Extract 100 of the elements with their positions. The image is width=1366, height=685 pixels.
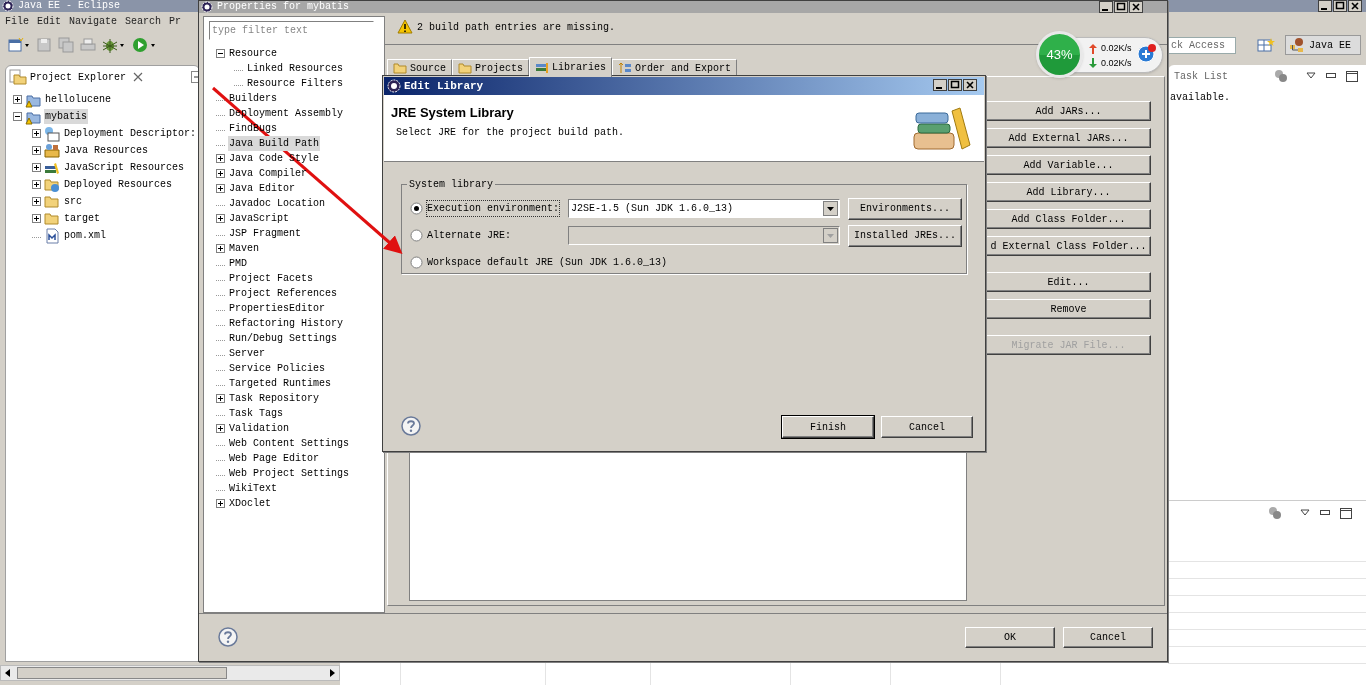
button[interactable]: Finish bbox=[782, 416, 874, 438]
tree-item[interactable]: XDoclet bbox=[228, 496, 272, 511]
radio-button[interactable]: Workspace default JRE (Sun JDK 1.6.0_13) bbox=[410, 255, 668, 270]
sync-icon[interactable] bbox=[1268, 506, 1282, 520]
tree-item[interactable]: PMD bbox=[228, 256, 248, 271]
tree-item[interactable]: Project Facets bbox=[228, 271, 314, 286]
scrollbar-thumb[interactable] bbox=[17, 667, 227, 679]
menu-item[interactable]: Edit bbox=[37, 13, 62, 29]
expand-icon[interactable] bbox=[32, 146, 41, 155]
tree-item[interactable]: JSP Fragment bbox=[228, 226, 302, 241]
horizontal-scrollbar[interactable] bbox=[0, 665, 340, 681]
tree-item[interactable]: Builders bbox=[228, 91, 278, 106]
tree-item[interactable]: src bbox=[63, 194, 83, 209]
view-menu-icon[interactable] bbox=[1300, 509, 1310, 517]
button[interactable]: Add JARs... bbox=[986, 101, 1151, 121]
tree-item[interactable]: Web Page Editor bbox=[228, 451, 320, 466]
expand-icon[interactable] bbox=[216, 394, 225, 403]
filter-field[interactable]: type filter text bbox=[209, 21, 374, 40]
tree-item[interactable]: pom.xml bbox=[63, 228, 107, 243]
tree-item[interactable]: Targeted Runtimes bbox=[228, 376, 333, 391]
minimize-icon[interactable] bbox=[1318, 0, 1332, 12]
new-icon[interactable] bbox=[8, 37, 30, 53]
tree-item[interactable]: Java Compiler bbox=[228, 166, 308, 181]
tree-item[interactable]: Web Content Settings bbox=[228, 436, 351, 451]
radio-icon[interactable] bbox=[410, 256, 423, 269]
debug-icon[interactable] bbox=[102, 37, 126, 53]
button[interactable]: Cancel bbox=[1063, 627, 1153, 648]
collapse-icon[interactable] bbox=[216, 49, 225, 58]
tree-item[interactable]: JavaScript Resources bbox=[63, 160, 186, 175]
close-icon[interactable] bbox=[1348, 0, 1362, 12]
perspective-button[interactable]: Java EE bbox=[1285, 35, 1361, 55]
view-tab[interactable]: Project Explorer bbox=[30, 69, 126, 85]
add-icon[interactable] bbox=[1137, 43, 1157, 63]
button[interactable]: Environments... bbox=[848, 197, 962, 220]
button[interactable]: Cancel bbox=[881, 416, 973, 438]
tree-item[interactable]: Web Project Settings bbox=[228, 466, 351, 481]
expand-icon[interactable] bbox=[216, 184, 225, 193]
button[interactable]: Remove bbox=[986, 299, 1151, 319]
expand-icon[interactable] bbox=[32, 197, 41, 206]
menu-item[interactable]: Search bbox=[125, 13, 162, 29]
minimize-icon[interactable] bbox=[933, 79, 947, 91]
maximize-icon[interactable] bbox=[1340, 507, 1352, 519]
tree-item[interactable]: Task Tags bbox=[228, 406, 284, 421]
tree-item[interactable]: Java Build Path bbox=[228, 136, 320, 151]
expand-icon[interactable] bbox=[216, 154, 225, 163]
tree-item[interactable]: Java Editor bbox=[228, 181, 296, 196]
tree-item[interactable]: Deployed Resources bbox=[63, 177, 174, 192]
button[interactable]: Add External JARs... bbox=[986, 128, 1151, 148]
tree-item[interactable]: Resource Filters bbox=[246, 76, 344, 91]
tree-item[interactable]: PropertiesEditor bbox=[228, 301, 326, 316]
tree-item[interactable]: WikiText bbox=[228, 481, 278, 496]
sync-icon[interactable] bbox=[1274, 69, 1288, 83]
expand-icon[interactable] bbox=[216, 244, 225, 253]
close-icon[interactable] bbox=[963, 79, 977, 91]
help-icon[interactable] bbox=[401, 416, 421, 436]
tree-item[interactable]: Service Policies bbox=[228, 361, 326, 376]
menu-item[interactable]: Navigate bbox=[69, 13, 118, 29]
tree-item[interactable]: Deployment Descriptor: bbox=[63, 126, 198, 141]
maximize-icon[interactable] bbox=[1333, 0, 1347, 12]
close-icon[interactable] bbox=[133, 72, 143, 82]
button[interactable]: Add Library... bbox=[986, 182, 1151, 202]
tree-item[interactable]: mybatis bbox=[44, 109, 88, 124]
tree-item[interactable]: hellolucene bbox=[44, 92, 112, 107]
minimize-icon[interactable] bbox=[1320, 510, 1330, 516]
tree-item[interactable]: JavaScript bbox=[228, 211, 290, 226]
close-icon[interactable] bbox=[1129, 1, 1143, 13]
button[interactable]: Edit... bbox=[986, 272, 1151, 292]
expand-icon[interactable] bbox=[13, 95, 22, 104]
tree-item[interactable]: target bbox=[63, 211, 101, 226]
button[interactable]: Add Variable... bbox=[986, 155, 1151, 175]
minimize-icon[interactable] bbox=[1099, 1, 1113, 13]
tree-item[interactable]: Maven bbox=[228, 241, 260, 256]
tree-item[interactable]: Refactoring History bbox=[228, 316, 345, 331]
maximize-icon[interactable] bbox=[948, 79, 962, 91]
collapse-icon[interactable] bbox=[13, 112, 22, 121]
menu-item[interactable]: Pr bbox=[169, 13, 182, 29]
maximize-icon[interactable] bbox=[1114, 1, 1128, 13]
expand-icon[interactable] bbox=[32, 180, 41, 189]
expand-icon[interactable] bbox=[32, 214, 41, 223]
menu-item[interactable]: File bbox=[5, 13, 29, 29]
maximize-icon[interactable] bbox=[1346, 70, 1358, 82]
tree-item[interactable]: Java Resources bbox=[63, 143, 149, 158]
expand-icon[interactable] bbox=[32, 163, 41, 172]
button[interactable]: OK bbox=[965, 627, 1055, 648]
view-menu-icon[interactable] bbox=[1306, 72, 1316, 80]
expand-icon[interactable] bbox=[216, 214, 225, 223]
view-tab[interactable]: Task List bbox=[1174, 68, 1228, 84]
tree-item[interactable]: Javadoc Location bbox=[228, 196, 326, 211]
expand-icon[interactable] bbox=[32, 129, 41, 138]
tree-item[interactable]: Project References bbox=[228, 286, 339, 301]
tree-item[interactable]: Resource bbox=[228, 46, 278, 61]
tree-item[interactable]: Server bbox=[228, 346, 266, 361]
expand-icon[interactable] bbox=[216, 499, 225, 508]
quick-access-field[interactable]: ck Access bbox=[1168, 37, 1236, 54]
tree-item[interactable]: Run/Debug Settings bbox=[228, 331, 339, 346]
minimize-icon[interactable] bbox=[1326, 73, 1336, 79]
expand-icon[interactable] bbox=[216, 169, 225, 178]
help-icon[interactable] bbox=[218, 627, 238, 647]
open-perspective-icon[interactable] bbox=[1257, 37, 1275, 53]
tree-item[interactable]: Linked Resources bbox=[246, 61, 344, 76]
